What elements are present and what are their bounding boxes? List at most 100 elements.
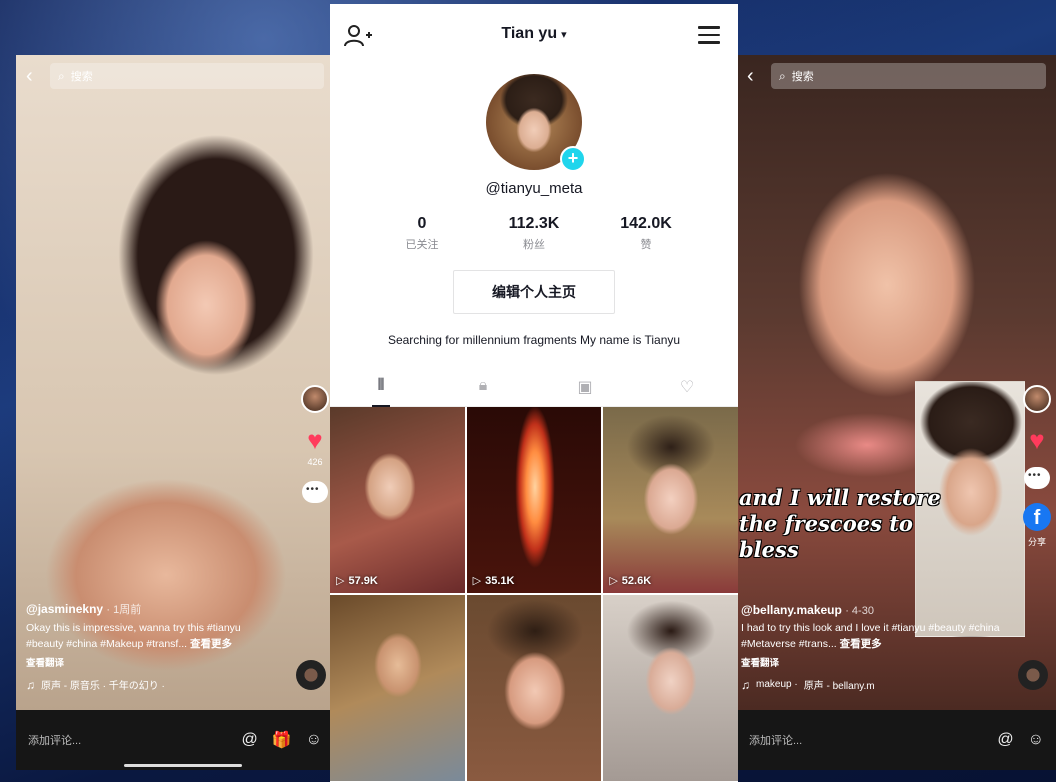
right-see-more-link[interactable]: 查看更多 [840,638,882,650]
search-icon: ⌕ [58,68,65,83]
video-thumbnail[interactable]: ▷ 52.6K [603,407,738,593]
right-username-text[interactable]: @bellany.makeup [741,603,842,617]
view-count: ▷ 35.1K [472,574,515,588]
mention-icon[interactable]: @ [241,731,257,749]
left-comment-input[interactable]: 添加评论... [28,732,227,748]
right-music-prefix: makeup · [756,679,798,690]
left-action-rail: ♥ 426 [298,385,332,503]
right-action-rail: ♥ f 分享 [1020,385,1054,548]
right-music-row[interactable]: ♫ makeup · 原声 - bellany.m [741,677,1009,693]
left-username[interactable]: @jasminekny · 1周前 [26,601,281,617]
comment-icon[interactable] [302,481,328,503]
video-thumbnail[interactable] [603,595,738,781]
stat-following-num: 0 [417,215,427,232]
tab-videos[interactable]: ⦀ [330,371,432,407]
profile-title[interactable]: Tian yu ▾ [501,25,566,43]
profile-bio: Searching for millennium fragments My na… [387,333,681,347]
left-search-input[interactable]: ⌕ 搜索 [50,63,324,89]
left-translate-link[interactable]: 查看翻译 [26,655,281,669]
heart-icon[interactable]: ♥ [1029,427,1044,453]
heart-icon[interactable]: ♥ [307,427,322,453]
play-icon: ▷ [472,575,482,587]
right-top-bar: ‹ ⌕ 搜索 [737,61,1056,91]
play-icon: ▷ [609,575,618,587]
video-thumbnail[interactable]: ▷ 57.9K [330,407,465,593]
add-avatar-plus-icon[interactable]: + [560,146,586,172]
left-creator-avatar[interactable] [301,385,329,413]
right-music-text: 原声 - bellany.m [803,681,875,692]
right-translate-link[interactable]: 查看翻译 [741,655,1009,669]
video-thumbnail[interactable]: ▷ 35.1K [466,407,602,593]
right-username[interactable]: @bellany.makeup · 4-30 [741,603,1009,617]
chevron-down-icon[interactable]: ▾ [561,28,567,41]
left-video-screen[interactable]: ‹ ⌕ 搜索 ♥ 426 @jasminekny · 1周前 Okay this… [16,55,334,770]
view-count-text: 57.9K [348,574,378,587]
emoji-icon[interactable]: ☺ [306,731,322,749]
left-music-disc[interactable] [296,660,326,690]
tagged-icon: ▣ [577,379,593,396]
stat-likes-label: 赞 [640,239,652,251]
stat-followers-label: 粉丝 [523,239,545,251]
video-thumbnail[interactable] [466,595,602,781]
facebook-share-icon[interactable]: f [1023,503,1051,531]
stat-likes[interactable]: 142.0K 赞 [610,215,682,252]
right-overlay-caption: and I will restore the frescoes to bless [739,485,969,563]
gift-icon[interactable]: 🎁 [272,730,292,750]
right-comment-input[interactable]: 添加评论... [749,732,983,748]
back-arrow-icon[interactable]: ‹ [26,65,40,88]
profile-handle: @tianyu_meta [485,180,583,197]
left-see-more-link[interactable]: 查看更多 [190,638,232,650]
right-search-input[interactable]: ⌕ 搜索 [771,63,1046,89]
tab-liked[interactable]: ♡ [636,371,738,406]
right-search-placeholder: 搜索 [791,71,814,83]
stat-followers-num: 112.3K [508,215,560,232]
lock-icon: 🔒︎ [478,377,488,394]
hamburger-menu-icon[interactable] [698,26,720,44]
overlay-line-2: the frescoes to bless [739,511,913,562]
left-music-text: 原声 - 原音乐 · 千年の幻り · [41,681,165,692]
right-post-time: · 4-30 [845,605,874,617]
mention-icon[interactable]: @ [997,731,1013,749]
edit-profile-button[interactable]: 编辑个人主页 [453,270,615,314]
right-creator-avatar[interactable] [1023,385,1051,413]
right-share-label: 分享 [1027,537,1046,547]
music-note-icon: ♫ [26,677,35,692]
left-top-bar: ‹ ⌕ 搜索 [16,61,334,91]
right-music-disc[interactable] [1018,660,1048,690]
tab-private[interactable]: 🔒︎ [432,371,534,406]
video-grid: ▷ 57.9K ▷ 35.1K ▷ 52.6K [330,407,738,781]
left-like-count: 426 [307,457,323,467]
comment-icon[interactable] [1024,467,1050,489]
stat-likes-num: 142.0K [620,215,672,232]
tab-tagged[interactable]: ▣ [534,371,636,406]
left-caption: Okay this is impressive, wanna try this … [26,620,281,652]
view-count: ▷ 57.9K [336,574,378,588]
emoji-icon[interactable]: ☺ [1028,731,1044,749]
profile-stats: 0 已关注 112.3K 粉丝 142.0K 赞 [330,215,738,252]
right-caption: I had to try this look and I love it #ti… [741,620,1009,652]
home-indicator [124,764,242,767]
profile-title-text[interactable]: Tian yu [501,25,557,43]
video-thumbnail[interactable] [330,595,465,781]
view-count: ▷ 52.6K [609,574,652,588]
add-user-icon[interactable] [344,24,372,48]
right-video-screen[interactable]: ‹ ⌕ 搜索 and I will restore the frescoes t… [737,55,1056,770]
profile-screen: Tian yu ▾ + @tianyu_meta 0 已关注 112.3K 粉丝… [330,4,738,782]
profile-header: Tian yu ▾ [330,4,738,64]
stat-followers[interactable]: 112.3K 粉丝 [498,215,570,252]
back-arrow-icon[interactable]: ‹ [747,65,761,88]
grid-icon: ⦀ [377,377,385,394]
stat-following[interactable]: 0 已关注 [386,215,458,252]
view-count-text: 35.1K [485,574,515,587]
profile-tabs: ⦀ 🔒︎ ▣ ♡ [330,371,738,407]
left-search-placeholder: 搜索 [70,71,93,83]
left-comment-bar: 添加评论... @ 🎁 ☺ [16,710,334,770]
liked-icon: ♡ [679,379,695,396]
right-comment-bar: 添加评论... @ ☺ [737,710,1056,770]
overlay-line-1: and I will restore [739,485,941,510]
profile-avatar-wrap[interactable]: + [486,74,586,172]
left-music-row[interactable]: ♫ 原声 - 原音乐 · 千年の幻り · [26,677,281,693]
left-caption-block: @jasminekny · 1周前 Okay this is impressiv… [26,601,281,692]
left-username-text[interactable]: @jasminekny [26,602,103,616]
view-count-text: 52.6K [621,574,652,587]
